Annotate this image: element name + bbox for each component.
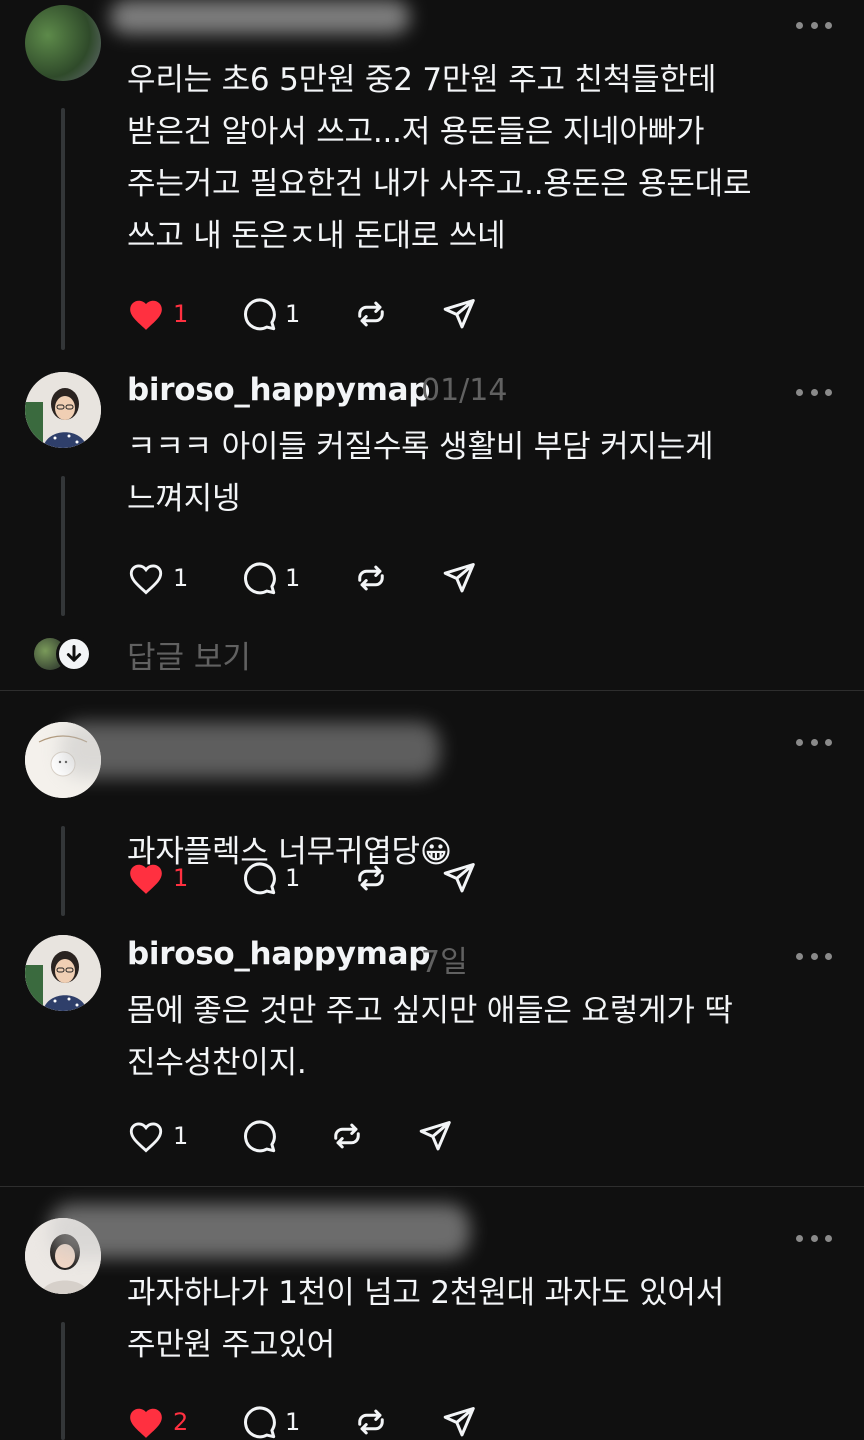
- share-button[interactable]: [441, 858, 477, 898]
- heart-icon: [129, 1122, 163, 1153]
- comment-button[interactable]: [241, 1116, 277, 1156]
- reply-count: 1: [285, 300, 301, 328]
- more-options-icon[interactable]: [796, 951, 832, 961]
- like-count: 1: [173, 1122, 189, 1150]
- comment-button[interactable]: 1: [241, 558, 300, 598]
- more-options-icon[interactable]: [796, 20, 832, 30]
- like-button[interactable]: 1: [127, 858, 188, 898]
- repost-icon: [358, 865, 384, 891]
- share-button[interactable]: [441, 558, 477, 598]
- like-button[interactable]: 1: [127, 558, 188, 598]
- reply-count: 1: [285, 564, 301, 592]
- repost-button[interactable]: [353, 558, 389, 598]
- blurred-username: [50, 1204, 470, 1258]
- divider: [0, 690, 864, 691]
- thread-line: [61, 826, 65, 916]
- comment-text: 과자플렉스 너무귀엽당😀: [127, 774, 827, 878]
- repost-icon: [358, 565, 384, 591]
- like-button[interactable]: 2: [127, 1402, 188, 1440]
- share-button[interactable]: [441, 1402, 477, 1440]
- repost-icon: [358, 301, 384, 327]
- repost-button[interactable]: [329, 1116, 365, 1156]
- send-icon: [443, 863, 475, 893]
- comment-bubble-icon: [244, 862, 276, 895]
- comment-bubble-icon: [244, 298, 276, 331]
- avatar[interactable]: [25, 372, 101, 448]
- avatar[interactable]: [25, 935, 101, 1011]
- repost-icon: [358, 1409, 384, 1435]
- share-button[interactable]: [417, 1116, 453, 1156]
- repost-button[interactable]: [353, 294, 389, 334]
- comment-text: ㅋㅋㅋ 아이들 커질수록 생활비 부담 커지는게 느껴지넹: [127, 429, 714, 517]
- like-count: 1: [173, 564, 189, 592]
- like-count: 2: [173, 1408, 189, 1436]
- reply-count: 1: [285, 864, 301, 892]
- timestamp: 01/14: [421, 373, 508, 408]
- timestamp: 7일: [421, 945, 468, 980]
- comment-bubble-icon: [244, 1120, 276, 1153]
- heart-icon: [130, 300, 162, 330]
- send-icon: [443, 1407, 475, 1437]
- username[interactable]: biroso_happymap: [127, 372, 430, 408]
- profile-photo: [25, 372, 101, 448]
- view-replies-link[interactable]: 답글 보기: [127, 632, 251, 677]
- arrow-down-circle-icon[interactable]: [56, 636, 92, 672]
- heart-icon: [130, 864, 162, 894]
- heart-icon: [130, 1408, 162, 1438]
- comment-button[interactable]: 1: [241, 294, 300, 334]
- like-button[interactable]: 1: [127, 294, 188, 334]
- comment-button[interactable]: 1: [241, 1402, 300, 1440]
- like-count: 1: [173, 300, 189, 328]
- username[interactable]: biroso_happymap: [127, 936, 430, 972]
- repost-button[interactable]: [353, 858, 389, 898]
- comment-bubble-icon: [244, 562, 276, 595]
- blurred-username: [60, 722, 440, 778]
- send-icon: [443, 299, 475, 329]
- comment-text: 과자하나가 1천이 넘고 2천원대 과자도 있어서 주만원 주고있어: [127, 1275, 725, 1363]
- profile-photo: [25, 935, 101, 1011]
- more-options-icon[interactable]: [796, 1233, 832, 1243]
- comment-bubble-icon: [244, 1406, 276, 1439]
- avatar[interactable]: [25, 5, 101, 81]
- like-button[interactable]: 1: [127, 1116, 188, 1156]
- comment-text: 몸에 좋은 것만 주고 싶지만 애들은 요렇게가 딱 진수성찬이지.: [127, 993, 733, 1081]
- thread-line: [61, 108, 65, 350]
- divider: [0, 1186, 864, 1187]
- send-icon: [419, 1121, 451, 1151]
- repost-icon: [334, 1123, 360, 1149]
- heart-icon: [129, 564, 163, 595]
- share-button[interactable]: [441, 294, 477, 334]
- send-icon: [443, 563, 475, 593]
- comment-button[interactable]: 1: [241, 858, 300, 898]
- repost-button[interactable]: [353, 1402, 389, 1440]
- more-options-icon[interactable]: [796, 737, 832, 747]
- thread-line: [61, 1322, 65, 1440]
- reply-count: 1: [285, 1408, 301, 1436]
- like-count: 1: [173, 864, 189, 892]
- blurred-username: [110, 0, 410, 34]
- more-options-icon[interactable]: [796, 387, 832, 397]
- thread-line: [61, 476, 65, 616]
- comment-text: 우리는 초6 5만원 중2 7만원 주고 친척들한테 받은건 알아서 쓰고...…: [127, 62, 752, 254]
